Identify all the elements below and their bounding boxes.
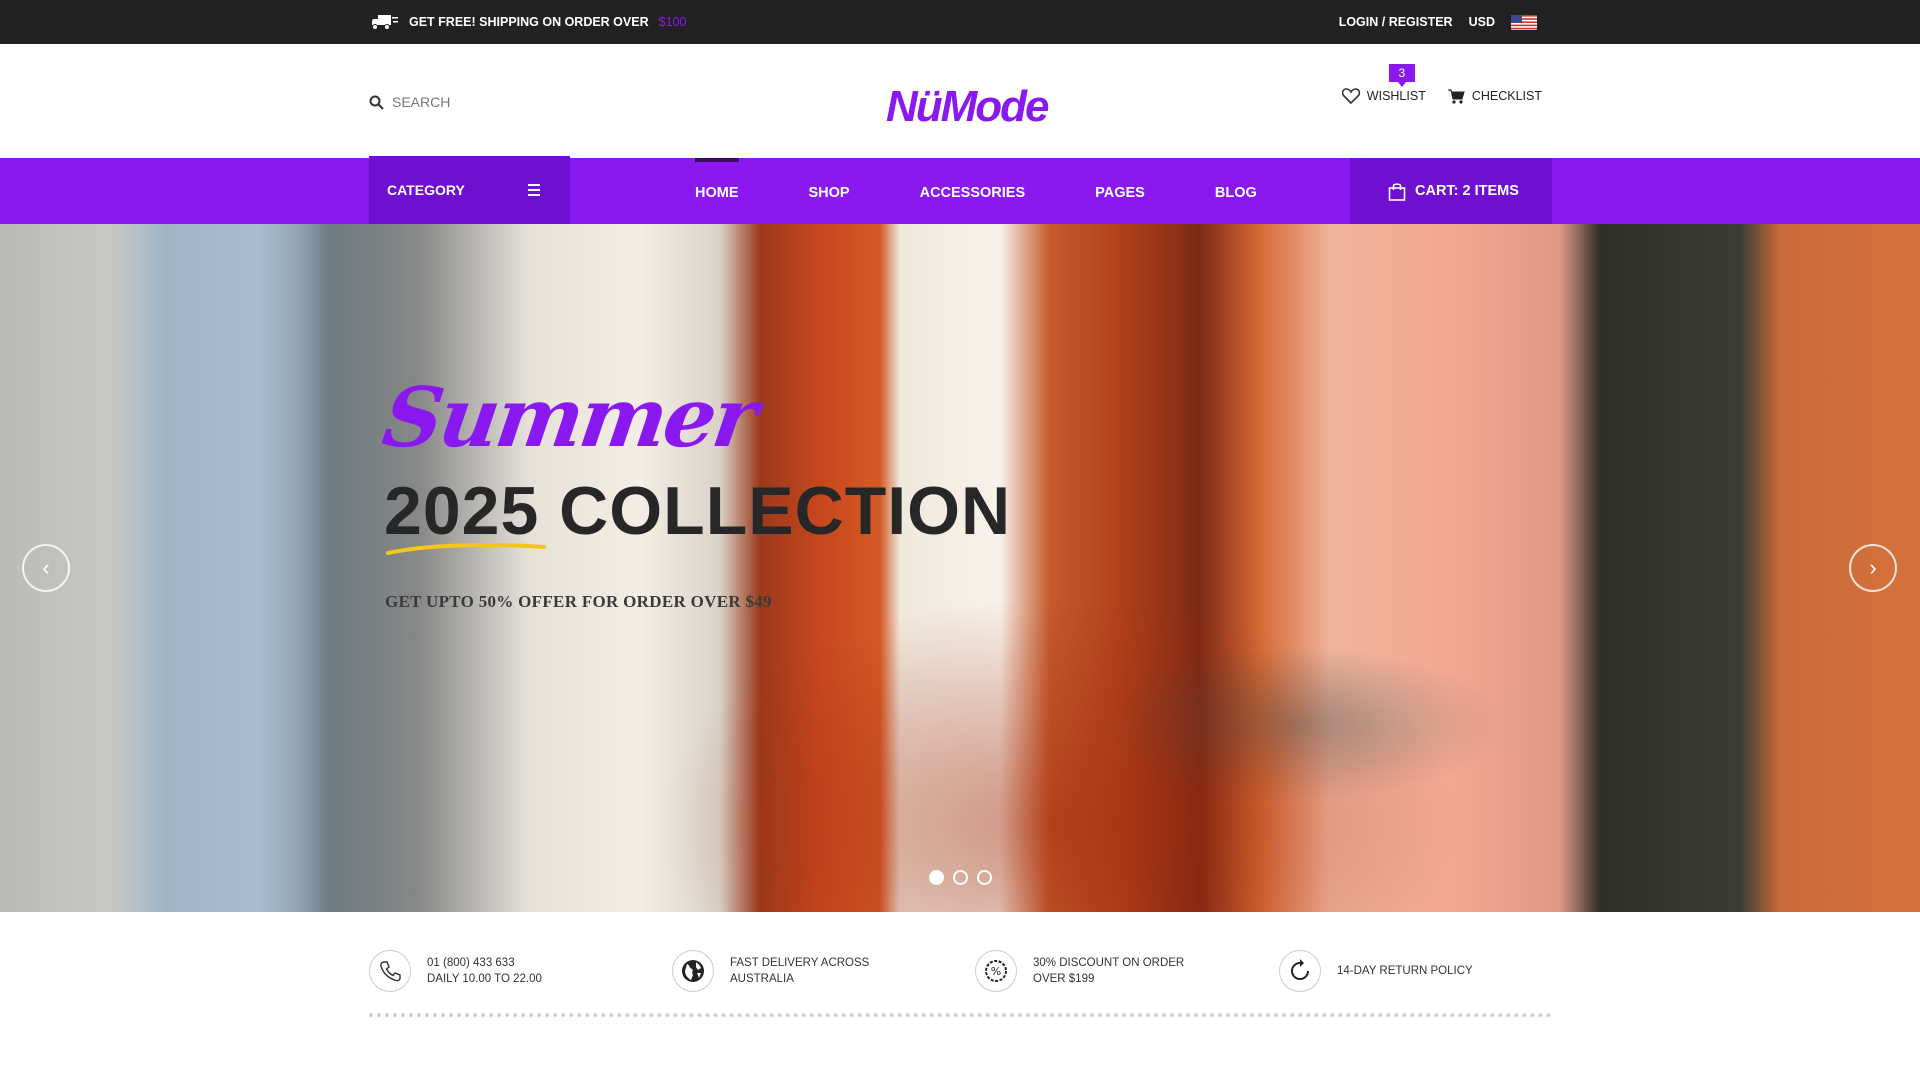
feature-returns-line1: 14-DAY RETURN POLICY — [1337, 965, 1473, 977]
slider-dots — [929, 870, 992, 885]
site-header: NüMode WISHLIST 3 CHECKLIST — [0, 44, 1920, 158]
hero-background-image — [0, 224, 1920, 912]
slider-prev-button[interactable]: ‹ — [22, 544, 70, 592]
slider-dot-1[interactable] — [929, 870, 944, 885]
us-flag-icon[interactable] — [1511, 14, 1537, 30]
features-strip: 01 (800) 433 633 DAILY 10.00 TO 22.00 FA… — [369, 950, 1552, 992]
feature-returns: 14-DAY RETURN POLICY — [1279, 950, 1473, 992]
feature-phone: 01 (800) 433 633 DAILY 10.00 TO 22.00 — [369, 950, 542, 992]
globe-icon — [672, 950, 714, 992]
shipping-amount: $100 — [658, 15, 687, 29]
currency-selector[interactable]: USD — [1469, 15, 1495, 29]
category-label: CATEGORY — [387, 182, 465, 198]
nav-menu: HOME SHOP ACCESSORIES PAGES BLOG — [695, 158, 1257, 224]
cart-button[interactable]: CART: 2 ITEMS — [1350, 158, 1552, 224]
hero-subtitle: GET UPTO 50% OFFER FOR ORDER OVER $49 — [385, 592, 772, 611]
feature-phone-number: 01 (800) 433 633 — [427, 957, 515, 969]
delivery-truck-icon — [372, 15, 398, 30]
main-navigation: CATEGORY HOME SHOP ACCESSORIES PAGES BLO… — [0, 156, 1920, 224]
percent-badge-icon: % — [975, 950, 1017, 992]
slider-dot-3[interactable] — [977, 870, 992, 885]
feature-delivery-line2: AUSTRALIA — [730, 973, 794, 985]
checklist-label: CHECKLIST — [1471, 89, 1542, 103]
hamburger-icon — [528, 184, 540, 199]
feature-delivery: FAST DELIVERY ACROSS AUSTRALIA — [672, 950, 869, 992]
login-register-link[interactable]: LOGIN / REGISTER — [1339, 15, 1453, 29]
hero-headline: 2025 COLLECTION — [384, 473, 1012, 549]
wishlist-count-badge: 3 — [1388, 64, 1415, 87]
wishlist-link[interactable]: WISHLIST 3 — [1341, 64, 1426, 104]
search-box[interactable] — [369, 94, 532, 110]
heart-icon — [1341, 88, 1360, 104]
svg-text:%: % — [991, 965, 1001, 978]
cart-label: CART: 2 ITEMS — [1415, 183, 1519, 199]
slider-next-button[interactable]: › — [1849, 544, 1897, 592]
return-icon — [1279, 950, 1321, 992]
hero-slider: ‹ › Summer 2025 COLLECTION GET UPTO 50% … — [0, 224, 1920, 912]
shopping-bag-icon — [1388, 182, 1406, 201]
cart-icon — [1447, 89, 1465, 104]
nav-item-blog[interactable]: BLOG — [1215, 158, 1257, 224]
feature-delivery-line1: FAST DELIVERY ACROSS — [730, 957, 870, 969]
feature-discount-line2: OVER $199 — [1033, 973, 1095, 985]
category-menu-button[interactable]: CATEGORY — [369, 156, 570, 224]
checklist-link[interactable]: CHECKLIST — [1447, 89, 1542, 104]
search-input[interactable] — [392, 94, 532, 110]
phone-icon — [369, 950, 411, 992]
wishlist-label: WISHLIST — [1366, 89, 1426, 103]
hero-script-title: Summer — [377, 370, 761, 466]
site-logo[interactable]: NüMode — [886, 82, 1050, 132]
feature-discount-line1: 30% DISCOUNT ON ORDER — [1033, 957, 1185, 969]
slider-dot-2[interactable] — [953, 870, 968, 885]
feature-phone-hours: DAILY 10.00 TO 22.00 — [427, 973, 542, 985]
top-bar: GET FREE! SHIPPING ON ORDER OVER $100 LO… — [0, 0, 1920, 44]
nav-item-pages[interactable]: PAGES — [1095, 158, 1145, 224]
free-shipping-notice: GET FREE! SHIPPING ON ORDER OVER $100 — [369, 0, 686, 44]
search-icon[interactable] — [369, 95, 384, 110]
underline-swoosh — [386, 543, 546, 555]
nav-item-accessories[interactable]: ACCESSORIES — [920, 158, 1026, 224]
nav-item-shop[interactable]: SHOP — [809, 158, 850, 224]
shipping-text: GET FREE! SHIPPING ON ORDER OVER — [409, 15, 649, 29]
feature-discount: % 30% DISCOUNT ON ORDER OVER $199 — [975, 950, 1184, 992]
section-divider — [369, 1013, 1552, 1017]
nav-item-home[interactable]: HOME — [695, 158, 739, 224]
